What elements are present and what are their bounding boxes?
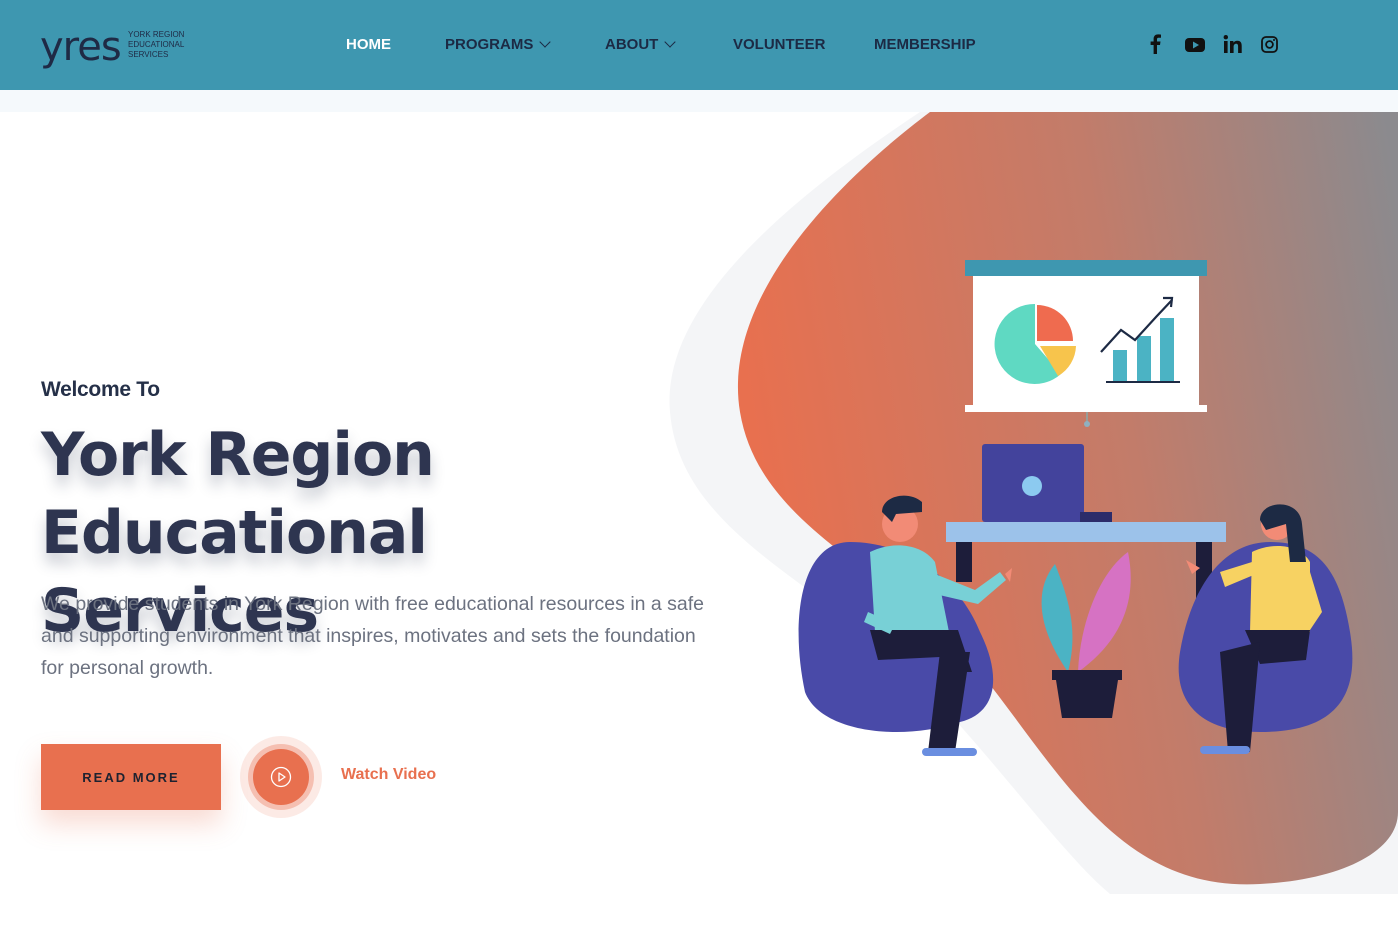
watch-video-link[interactable]: Watch Video [341, 766, 436, 784]
facebook-icon[interactable] [1147, 33, 1171, 57]
nav-about[interactable]: ABOUT [605, 35, 676, 55]
hero-title-line-1: York Region [41, 420, 435, 490]
chevron-down-icon [664, 36, 676, 48]
nav-membership-label: MEMBERSHIP [874, 36, 976, 53]
nav-home-label: HOME [346, 36, 391, 53]
instagram-icon[interactable] [1260, 33, 1284, 57]
nav-volunteer[interactable]: VOLUNTEER [733, 35, 826, 55]
play-icon [270, 766, 292, 788]
welcome-label: Welcome To [41, 378, 160, 401]
navbar: yres YORK REGION EDUCATIONAL SERVICES HO… [0, 0, 1398, 90]
play-button-core [253, 749, 309, 805]
logo-sub-line: EDUCATIONAL [128, 40, 185, 49]
site-logo[interactable]: yres YORK REGION EDUCATIONAL SERVICES [40, 24, 200, 78]
nav-home[interactable]: HOME [346, 35, 391, 55]
presentation-board [965, 260, 1207, 427]
logo-mark: yres [40, 24, 122, 70]
chevron-down-icon [539, 36, 552, 48]
logo-subtitle: YORK REGION EDUCATIONAL SERVICES [128, 30, 208, 60]
hero-description: We provide students in York Region with … [41, 593, 705, 679]
nav-about-label: ABOUT [605, 36, 659, 53]
linkedin-icon[interactable] [1222, 33, 1246, 57]
nav-volunteer-label: VOLUNTEER [733, 36, 826, 53]
nav-underlay-strip [0, 90, 1398, 112]
logo-sub-line: YORK REGION [128, 30, 185, 39]
hero-illustration [660, 112, 1398, 894]
nav-programs-label: PROGRAMS [445, 36, 534, 53]
play-video-button[interactable] [240, 736, 322, 818]
youtube-icon[interactable] [1184, 33, 1208, 57]
nav-membership[interactable]: MEMBERSHIP [874, 35, 976, 55]
read-more-button[interactable]: READ MORE [41, 744, 221, 810]
logo-sub-line: SERVICES [128, 50, 169, 59]
nav-programs[interactable]: PROGRAMS [445, 35, 552, 55]
